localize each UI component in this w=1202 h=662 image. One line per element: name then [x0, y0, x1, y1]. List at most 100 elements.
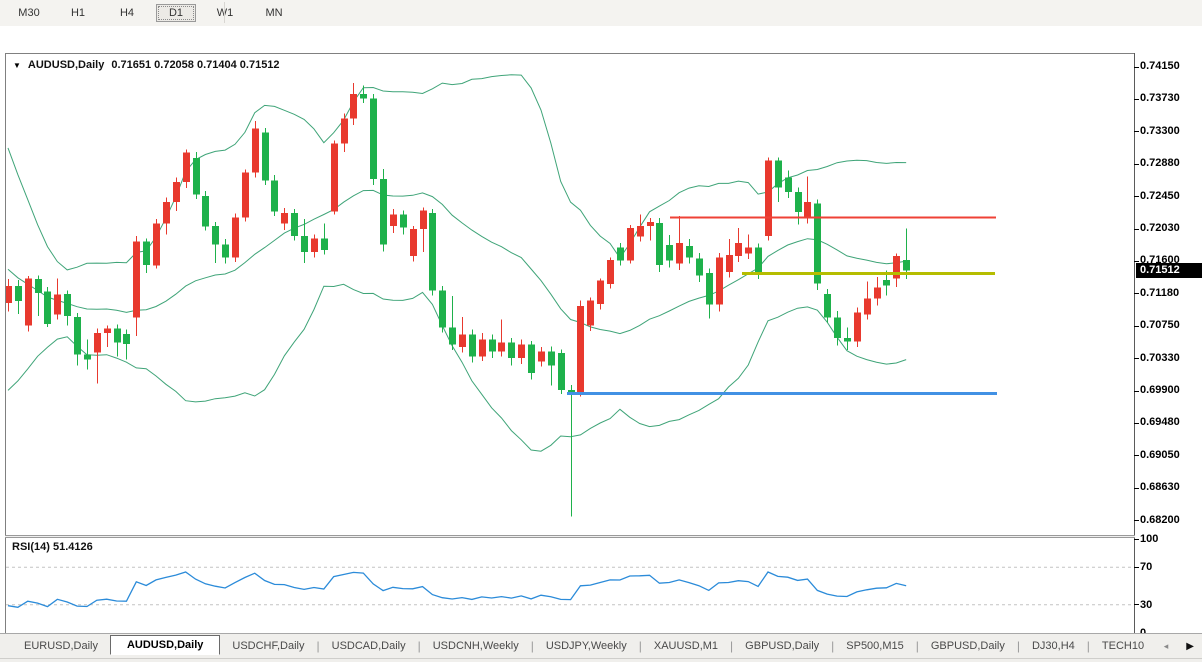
- candle-body: [686, 246, 693, 258]
- candle-body: [84, 355, 91, 360]
- candle-body: [439, 291, 446, 328]
- candle-body: [183, 153, 190, 182]
- tabs-scroll-right-icon[interactable]: ▶: [1186, 641, 1194, 652]
- price-axis-tick: [1134, 229, 1139, 230]
- chart-dropdown-icon[interactable]: ▼: [13, 61, 21, 70]
- candle-body: [696, 258, 703, 275]
- candle-body: [498, 342, 505, 351]
- candle-body: [143, 241, 150, 265]
- price-axis-tick: [1134, 164, 1139, 165]
- candle-body: [647, 222, 654, 226]
- candle-body: [262, 133, 269, 181]
- candle-body: [469, 335, 476, 357]
- candle-body: [410, 229, 417, 256]
- candle-body: [804, 202, 811, 217]
- candle-body: [538, 352, 545, 362]
- price-axis-tick: [1134, 423, 1139, 424]
- candle-body: [824, 294, 831, 318]
- price-axis-label: 0.69050: [1140, 449, 1180, 461]
- candle-body: [271, 180, 278, 211]
- tab-usdchf-daily[interactable]: USDCHF,Daily: [220, 637, 316, 655]
- candle-body: [656, 223, 663, 265]
- price-axis-tick: [1134, 131, 1139, 132]
- price-axis-label: 0.74150: [1140, 60, 1180, 72]
- candle-body: [153, 224, 160, 266]
- tabs-scroll-left-icon[interactable]: ◂: [1164, 641, 1169, 652]
- rsi-indicator-canvas[interactable]: [6, 538, 1134, 635]
- candle-body: [597, 281, 604, 304]
- tab-dj30-h4[interactable]: DJ30,H4: [1020, 637, 1087, 655]
- candle-body: [202, 196, 209, 227]
- tab-sp500-m15[interactable]: SP500,M15: [834, 637, 915, 655]
- candle-wick: [571, 385, 572, 517]
- candle-body: [814, 204, 821, 284]
- timeframe-button-h4[interactable]: H4: [107, 4, 147, 22]
- tab-usdcnh-weekly[interactable]: USDCNH,Weekly: [421, 637, 531, 655]
- candle-body: [528, 345, 535, 374]
- timeframe-button-mn[interactable]: MN: [254, 4, 294, 22]
- candle-body: [311, 238, 318, 252]
- tab-eurusd-daily[interactable]: EURUSD,Daily: [12, 637, 110, 655]
- candle-body: [380, 179, 387, 245]
- panel-divider[interactable]: [5, 535, 1135, 538]
- current-price-label: 0.71512: [1136, 263, 1202, 278]
- candle-body: [301, 236, 308, 252]
- price-axis-tick: [1134, 261, 1139, 262]
- candle-body: [44, 292, 51, 324]
- candle-body: [360, 94, 367, 99]
- candle-body: [25, 278, 32, 325]
- timeframe-button-w1[interactable]: W1: [205, 4, 245, 22]
- candle-body: [706, 273, 713, 305]
- candle-body: [35, 279, 42, 293]
- tab-xauusd-m1[interactable]: XAUUSD,M1: [642, 637, 730, 655]
- candle-body: [765, 160, 772, 236]
- candle-body: [864, 298, 871, 314]
- price-axis-label: 0.71180: [1140, 287, 1179, 299]
- candle-body: [666, 245, 673, 260]
- candle-body: [637, 226, 644, 237]
- tab-usdcad-daily[interactable]: USDCAD,Daily: [320, 637, 418, 655]
- price-axis-tick: [1134, 99, 1139, 100]
- price-axis-label: 0.69900: [1140, 384, 1180, 396]
- candle-body: [420, 211, 427, 230]
- tab-tech10[interactable]: TECH10: [1090, 637, 1156, 655]
- chart-window: ▼ AUDUSD,Daily 0.71651 0.72058 0.71404 0…: [0, 26, 1202, 611]
- candle-body: [558, 353, 565, 390]
- candle-body: [212, 226, 219, 245]
- price-axis-tick: [1134, 455, 1139, 456]
- candle-body: [883, 280, 890, 285]
- candle-body: [755, 248, 762, 274]
- candle-body: [163, 202, 170, 224]
- candle-body: [133, 241, 140, 317]
- price-axis-tick: [1134, 293, 1139, 294]
- main-chart-canvas[interactable]: [6, 53, 1134, 535]
- rsi-axis-tick: [1134, 567, 1139, 568]
- candle-wick: [126, 329, 127, 359]
- price-axis-label: 0.73730: [1140, 92, 1180, 104]
- chart-title: ▼ AUDUSD,Daily 0.71651 0.72058 0.71404 0…: [13, 59, 280, 71]
- tab-audusd-daily[interactable]: AUDUSD,Daily: [110, 635, 220, 655]
- tab-gbpusd-daily[interactable]: GBPUSD,Daily: [919, 637, 1017, 655]
- candle-body: [400, 214, 407, 227]
- price-axis-label: 0.68200: [1140, 514, 1180, 526]
- tab-usdjpy-weekly[interactable]: USDJPY,Weekly: [534, 637, 639, 655]
- candle-body: [726, 255, 733, 272]
- candle-wick: [87, 339, 88, 369]
- candle-body: [459, 335, 466, 347]
- candle-body: [785, 177, 792, 192]
- candle-body: [479, 339, 486, 356]
- candle-body: [390, 214, 397, 226]
- tab-gbpusd-daily[interactable]: GBPUSD,Daily: [733, 637, 831, 655]
- candle-body: [775, 160, 782, 187]
- candle-body: [874, 288, 881, 299]
- candle-body: [548, 352, 555, 366]
- price-axis-tick: [1134, 326, 1139, 327]
- timeframe-button-h1[interactable]: H1: [58, 4, 98, 22]
- price-axis-tick: [1134, 196, 1139, 197]
- timeframe-button-m30[interactable]: M30: [9, 4, 49, 22]
- timeframe-button-d1[interactable]: D1: [156, 4, 196, 22]
- bottom-strip: [0, 658, 1202, 662]
- mt4-window: M30 H1 H4 D1 W1 MN ▼ AUDUSD,Daily 0.71651 0.7…: [0, 0, 1202, 662]
- candle-body: [252, 129, 259, 173]
- price-axis-tick: [1134, 520, 1139, 521]
